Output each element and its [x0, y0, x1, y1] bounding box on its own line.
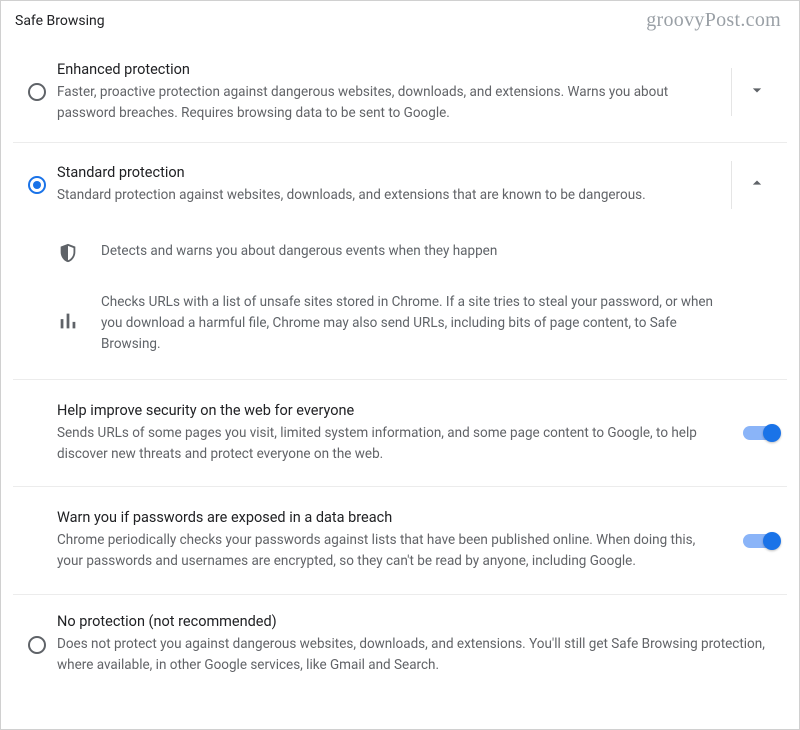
bars-icon: [57, 292, 101, 332]
option-desc: Standard protection against websites, do…: [57, 185, 723, 206]
shield-icon: [57, 241, 101, 264]
standard-expanded: Detects and warns you about dangerous ev…: [13, 227, 787, 380]
expand-enhanced[interactable]: [731, 68, 781, 116]
radio-standard[interactable]: [28, 176, 46, 194]
toggle-switch-help-improve[interactable]: [743, 426, 779, 440]
toggle-switch-warn-passwords[interactable]: [743, 534, 779, 548]
chevron-down-icon: [747, 80, 767, 104]
toggle-warn-passwords: Warn you if passwords are exposed in a d…: [13, 487, 787, 595]
feature-detects: Detects and warns you about dangerous ev…: [57, 227, 727, 278]
feature-checks: Checks URLs with a list of unsafe sites …: [57, 278, 727, 369]
radio-enhanced[interactable]: [28, 83, 46, 101]
watermark: groovyPost.com: [646, 9, 781, 32]
chevron-up-icon: [747, 173, 767, 197]
option-title: Standard protection: [57, 164, 723, 181]
toggle-desc: Sends URLs of some pages you visit, limi…: [57, 423, 723, 465]
feature-text: Checks URLs with a list of unsafe sites …: [101, 292, 727, 355]
option-title: No protection (not recommended): [57, 613, 773, 630]
toggle-title: Warn you if passwords are exposed in a d…: [57, 509, 723, 526]
feature-text: Detects and warns you about dangerous ev…: [101, 241, 727, 262]
option-none[interactable]: No protection (not recommended) Does not…: [13, 595, 787, 694]
option-enhanced[interactable]: Enhanced protection Faster, proactive pr…: [13, 43, 787, 143]
toggle-help-improve: Help improve security on the web for eve…: [13, 380, 787, 488]
option-desc: Faster, proactive protection against dan…: [57, 82, 723, 124]
collapse-standard[interactable]: [731, 161, 781, 209]
option-standard[interactable]: Standard protection Standard protection …: [13, 143, 787, 227]
toggle-desc: Chrome periodically checks your password…: [57, 530, 723, 572]
option-desc: Does not protect you against dangerous w…: [57, 634, 773, 676]
option-title: Enhanced protection: [57, 61, 723, 78]
toggle-title: Help improve security on the web for eve…: [57, 402, 723, 419]
radio-none[interactable]: [28, 636, 46, 654]
